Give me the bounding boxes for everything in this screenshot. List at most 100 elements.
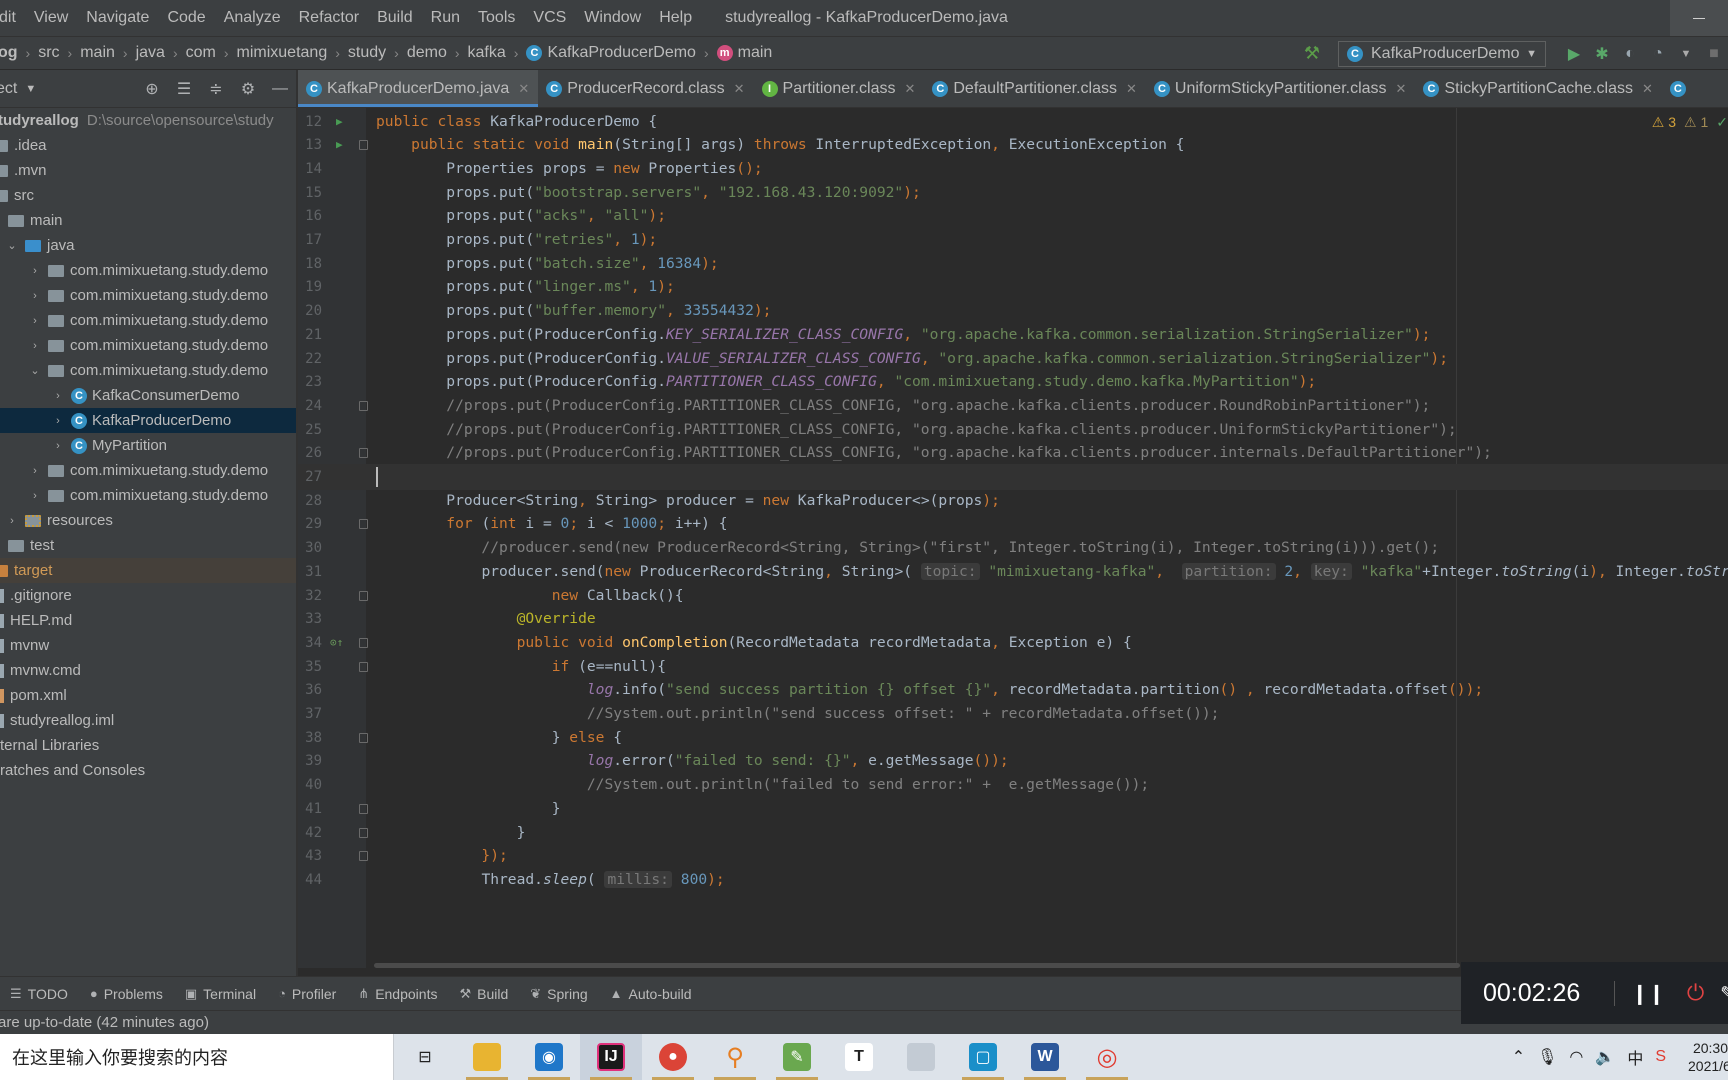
- line-number[interactable]: 29: [298, 511, 322, 537]
- taskbar-app-editor[interactable]: ✎: [766, 1034, 828, 1080]
- code-text[interactable]: props.put(ProducerConfig.PARTITIONER_CLA…: [376, 369, 1316, 395]
- line-number[interactable]: 13: [298, 132, 322, 158]
- tool-terminal[interactable]: ▣ Terminal: [185, 986, 256, 1002]
- tree-item-package-kafka[interactable]: ⌄ com.mimixuetang.study.demo: [0, 358, 296, 383]
- breadcrumb-mimixuetang[interactable]: mimixuetang: [237, 44, 328, 62]
- chevron-right-icon[interactable]: ›: [5, 515, 19, 527]
- tree-item-file[interactable]: mvnw.cmd: [0, 658, 296, 683]
- code-text[interactable]: Producer<String, String> producer = new …: [376, 488, 1000, 514]
- code-text[interactable]: Properties props = new Properties();: [376, 156, 762, 182]
- chevron-right-icon[interactable]: ›: [51, 390, 65, 402]
- code-line[interactable]: 35 if (e==null){: [298, 654, 1728, 680]
- code-text[interactable]: producer.send(new ProducerRecord<String,…: [376, 559, 1728, 585]
- tool-spring[interactable]: ❦ Spring: [530, 986, 587, 1002]
- code-text[interactable]: //props.put(ProducerConfig.PARTITIONER_C…: [376, 393, 1430, 419]
- minimize-button[interactable]: [1670, 0, 1728, 36]
- tree-item-idea[interactable]: .idea: [0, 133, 296, 158]
- project-view-selector[interactable]: ect: [0, 80, 17, 98]
- collapse-all-icon[interactable]: ≑: [206, 79, 226, 99]
- tree-item-java[interactable]: ⌄ java: [0, 233, 296, 258]
- tab-producerrecord[interactable]: C ProducerRecord.class ✕: [538, 70, 753, 107]
- line-number[interactable]: 18: [298, 251, 322, 277]
- breadcrumb-com[interactable]: com: [186, 44, 216, 62]
- fold-icon[interactable]: [359, 448, 368, 459]
- code-line[interactable]: 38 } else {: [298, 725, 1728, 751]
- taskbar-app-search[interactable]: ⚲: [704, 1034, 766, 1080]
- tree-item-external-libraries[interactable]: ternal Libraries: [0, 733, 296, 758]
- tree-item-file[interactable]: mvnw: [0, 633, 296, 658]
- code-line[interactable]: 18 props.put("batch.size", 16384);: [298, 251, 1728, 277]
- line-number[interactable]: 32: [298, 583, 322, 609]
- breadcrumb-src[interactable]: src: [38, 44, 59, 62]
- task-view-button[interactable]: ⊟: [394, 1034, 456, 1080]
- line-number[interactable]: 43: [298, 843, 322, 869]
- line-number[interactable]: 34: [298, 630, 322, 656]
- fold-icon[interactable]: [359, 827, 368, 838]
- clock[interactable]: 20:30 2021/6/: [1688, 1039, 1728, 1075]
- code-line[interactable]: 31 producer.send(new ProducerRecord<Stri…: [298, 559, 1728, 585]
- breadcrumb-java[interactable]: java: [136, 44, 165, 62]
- code-line[interactable]: 40 //System.out.println("failed to send …: [298, 772, 1728, 798]
- code-text[interactable]: });: [376, 843, 507, 869]
- line-number[interactable]: 14: [298, 156, 322, 182]
- line-number[interactable]: 31: [298, 559, 322, 585]
- chevron-down-icon[interactable]: ▼: [25, 83, 36, 95]
- menu-edit[interactable]: dit: [0, 9, 25, 27]
- line-number[interactable]: 22: [298, 346, 322, 372]
- warning-count[interactable]: ⚠ 3: [1652, 114, 1676, 131]
- taskbar-app-typora[interactable]: T: [828, 1034, 890, 1080]
- tool-problems[interactable]: ● Problems: [90, 986, 163, 1002]
- tab-partitioner[interactable]: I Partitioner.class ✕: [754, 70, 925, 107]
- code-line[interactable]: 44 Thread.sleep( millis: 800);: [298, 867, 1728, 893]
- close-icon[interactable]: ✕: [518, 81, 529, 97]
- code-text[interactable]: //System.out.println("send success offse…: [376, 701, 1220, 727]
- code-text[interactable]: } else {: [376, 725, 622, 751]
- close-icon[interactable]: ✕: [904, 81, 915, 97]
- line-number[interactable]: 42: [298, 820, 322, 846]
- line-number[interactable]: 23: [298, 369, 322, 395]
- line-number[interactable]: 27: [298, 464, 322, 490]
- code-line[interactable]: 15 props.put("bootstrap.servers", "192.1…: [298, 180, 1728, 206]
- code-text[interactable]: for (int i = 0; i < 1000; i++) {: [376, 511, 727, 537]
- fold-icon[interactable]: [359, 851, 368, 862]
- fold-icon[interactable]: [359, 803, 368, 814]
- code-line[interactable]: 32 new Callback(){: [298, 583, 1728, 609]
- code-line[interactable]: 20 props.put("buffer.memory", 33554432);: [298, 298, 1728, 324]
- code-text[interactable]: }: [376, 820, 526, 846]
- line-number[interactable]: 28: [298, 488, 322, 514]
- code-text[interactable]: //System.out.println("failed to send err…: [376, 772, 1149, 798]
- breadcrumb-demo[interactable]: demo: [407, 44, 447, 62]
- tab-kafkaproducerdemo[interactable]: C KafkaProducerDemo.java ✕: [298, 70, 539, 107]
- tool-endpoints[interactable]: ⋔ Endpoints: [358, 986, 437, 1002]
- close-icon[interactable]: ✕: [1642, 81, 1653, 97]
- chevron-down-icon[interactable]: ⌄: [28, 364, 42, 377]
- microphone-icon[interactable]: 🎙: [1537, 1047, 1557, 1067]
- code-line[interactable]: 34 ⊙↑ public void onCompletion(RecordMeta…: [298, 630, 1728, 656]
- chevron-right-icon[interactable]: ›: [28, 290, 42, 302]
- code-text[interactable]: props.put("batch.size", 16384);: [376, 251, 718, 277]
- weak-warning-count[interactable]: ⚠ 1: [1684, 114, 1708, 131]
- line-number[interactable]: 17: [298, 227, 322, 253]
- line-number[interactable]: 19: [298, 274, 322, 300]
- code-editor[interactable]: 12 ▶ public class KafkaProducerDemo {13 ▶ p…: [298, 108, 1728, 968]
- code-text[interactable]: if (e==null){: [376, 654, 666, 680]
- code-line[interactable]: 21 props.put(ProducerConfig.KEY_SERIALIZ…: [298, 322, 1728, 348]
- chevron-right-icon[interactable]: ›: [51, 440, 65, 452]
- line-number[interactable]: 21: [298, 322, 322, 348]
- code-line[interactable]: 12 ▶ public class KafkaProducerDemo {: [298, 109, 1728, 135]
- taskbar-app-tool[interactable]: ▢: [952, 1034, 1014, 1080]
- code-text[interactable]: props.put("linger.ms", 1);: [376, 274, 675, 300]
- menu-help[interactable]: Help: [650, 9, 701, 27]
- taskbar-app-file-explorer[interactable]: [456, 1034, 518, 1080]
- line-number[interactable]: 16: [298, 203, 322, 229]
- line-number[interactable]: 12: [298, 109, 322, 135]
- tab-overflow[interactable]: C: [1662, 70, 1700, 107]
- line-number[interactable]: 25: [298, 417, 322, 443]
- tree-item-package[interactable]: › com.mimixuetang.study.demo: [0, 308, 296, 333]
- tab-defaultpartitioner[interactable]: C DefaultPartitioner.class ✕: [924, 70, 1146, 107]
- code-line[interactable]: 22 props.put(ProducerConfig.VALUE_SERIAL…: [298, 346, 1728, 372]
- code-text[interactable]: //props.put(ProducerConfig.PARTITIONER_C…: [376, 440, 1492, 466]
- stop-recording-icon[interactable]: ⏻: [1687, 980, 1704, 1006]
- code-line[interactable]: 17 props.put("retries", 1);: [298, 227, 1728, 253]
- line-number[interactable]: 40: [298, 772, 322, 798]
